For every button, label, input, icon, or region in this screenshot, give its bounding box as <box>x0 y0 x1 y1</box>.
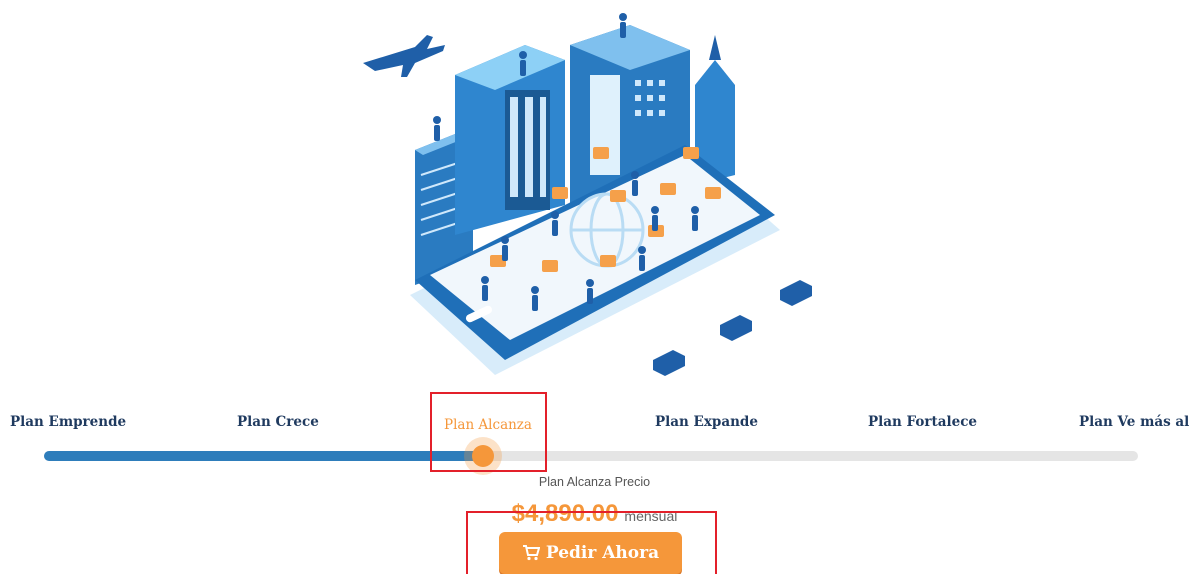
price-display: $4,890.00 mensual <box>0 500 1189 530</box>
price-unit: mensual <box>624 508 678 524</box>
order-now-label: Pedir Ahora <box>545 543 660 563</box>
plan-slider-track[interactable] <box>44 451 1138 461</box>
price-label: Plan Alcanza Precio <box>538 475 651 489</box>
tab-plan-emprende[interactable]: Plan Emprende <box>10 414 126 430</box>
tab-plan-fortalece[interactable]: Plan Fortalece <box>868 414 977 430</box>
building-center <box>455 45 565 235</box>
tab-plan-alcanza[interactable]: Plan Alcanza <box>444 417 532 433</box>
plan-tabs: Plan Emprende Plan Crece Plan Alcanza Pl… <box>0 414 1189 438</box>
price-amount: $4,890.00 <box>511 500 619 527</box>
tab-plan-crece[interactable]: Plan Crece <box>237 414 319 430</box>
car-icons <box>653 280 812 376</box>
plan-slider-fill <box>44 451 483 461</box>
cart-icon <box>522 545 540 561</box>
airplane-icon <box>363 35 445 77</box>
tab-plan-expande[interactable]: Plan Expande <box>655 414 758 430</box>
plan-slider-thumb[interactable] <box>472 445 494 467</box>
order-now-button[interactable]: Pedir Ahora <box>499 532 682 574</box>
tab-plan-ve-mas-alla[interactable]: Plan Ve más allá <box>1079 414 1189 430</box>
smart-city-phone-illustration <box>363 13 812 376</box>
